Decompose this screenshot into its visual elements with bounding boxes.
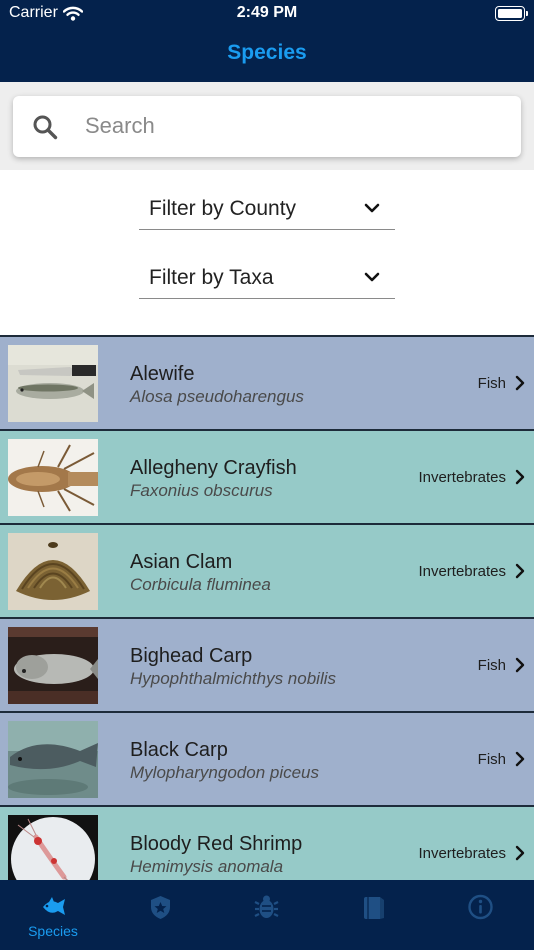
- species-taxa-label: Fish: [477, 657, 506, 674]
- tab-info[interactable]: [427, 880, 533, 950]
- bighead-carp-photo: [8, 627, 98, 704]
- black-carp-photo: [8, 721, 98, 798]
- species-taxa-label: Fish: [477, 375, 506, 392]
- species-row[interactable]: Asian Clam Corbicula fluminea Invertebra…: [0, 525, 534, 619]
- species-thumbnail: [8, 627, 98, 704]
- species-scientific-name: Hemimysis anomala: [130, 857, 284, 876]
- species-taxa-label: Invertebrates: [418, 563, 506, 580]
- tab-species-label: Species: [28, 923, 78, 939]
- species-scientific-name: Alosa pseudoharengus: [130, 387, 304, 406]
- species-common-name: Bloody Red Shrimp: [130, 833, 303, 855]
- crayfish-photo: [8, 439, 98, 516]
- species-common-name: Allegheny Crayfish: [130, 457, 297, 479]
- species-row[interactable]: Allegheny Crayfish Faxonius obscurus Inv…: [0, 431, 534, 525]
- tab-bug[interactable]: [213, 880, 319, 950]
- species-row[interactable]: Alewife Alosa pseudoharengus Fish: [0, 337, 534, 431]
- chevron-right-icon: [515, 657, 525, 673]
- search-icon: [33, 115, 58, 140]
- species-taxa-label: Fish: [477, 751, 506, 768]
- species-scientific-name: Corbicula fluminea: [130, 575, 271, 594]
- species-thumbnail: [8, 533, 98, 610]
- tab-book[interactable]: [320, 880, 426, 950]
- page-title: Species: [227, 41, 307, 64]
- chevron-right-icon: [515, 469, 525, 485]
- species-scientific-name: Faxonius obscurus: [130, 481, 273, 500]
- book-icon: [364, 897, 384, 919]
- filter-taxa-label: Filter by Taxa: [149, 266, 274, 289]
- species-list[interactable]: Alewife Alosa pseudoharengus Fish Allegh…: [0, 335, 534, 880]
- species-thumbnail: [8, 815, 98, 880]
- chevron-down-icon: [364, 272, 380, 282]
- species-row[interactable]: Black Carp Mylopharyngodon piceus Fish: [0, 713, 534, 807]
- species-scientific-name: Mylopharyngodon piceus: [130, 763, 320, 782]
- species-taxa-label: Invertebrates: [418, 469, 506, 486]
- tab-bar: Species: [0, 880, 534, 950]
- badge-icon: [151, 896, 170, 919]
- status-bar: Carrier 2:49 PM: [0, 0, 534, 28]
- chevron-right-icon: [515, 563, 525, 579]
- species-thumbnail: [8, 439, 98, 516]
- search-field[interactable]: [13, 96, 521, 157]
- tab-badge[interactable]: [107, 880, 213, 950]
- species-common-name: Black Carp: [130, 739, 228, 761]
- species-common-name: Alewife: [130, 363, 195, 385]
- battery-icon: [495, 6, 528, 21]
- fish-icon: [43, 897, 65, 915]
- search-bar-container: [0, 82, 534, 170]
- filter-county-dropdown[interactable]: Filter by County: [139, 188, 395, 230]
- species-taxa-label: Invertebrates: [418, 845, 506, 862]
- status-time: 2:49 PM: [236, 4, 298, 21]
- alewife-photo: [8, 345, 98, 422]
- species-common-name: Bighead Carp: [130, 645, 253, 667]
- bug-icon: [254, 895, 279, 918]
- filter-county-label: Filter by County: [149, 197, 297, 220]
- chevron-down-icon: [364, 203, 380, 213]
- species-scientific-name: Hypophthalmichthys nobilis: [130, 669, 336, 688]
- tab-species[interactable]: Species: [0, 880, 106, 950]
- shrimp-photo: [8, 815, 98, 880]
- filter-taxa-dropdown[interactable]: Filter by Taxa: [139, 257, 395, 299]
- chevron-right-icon: [515, 375, 525, 391]
- species-row[interactable]: Bighead Carp Hypophthalmichthys nobilis …: [0, 619, 534, 713]
- clam-photo: [8, 533, 98, 610]
- search-input[interactable]: [85, 106, 505, 146]
- chevron-right-icon: [515, 751, 525, 767]
- chevron-right-icon: [515, 845, 525, 861]
- navigation-header: Carrier 2:49 PM Species: [0, 0, 534, 82]
- info-icon: [468, 894, 493, 920]
- species-row[interactable]: Bloody Red Shrimp Hemimysis anomala Inve…: [0, 807, 534, 880]
- species-thumbnail: [8, 721, 98, 798]
- species-thumbnail: [8, 345, 98, 422]
- species-common-name: Asian Clam: [130, 551, 233, 573]
